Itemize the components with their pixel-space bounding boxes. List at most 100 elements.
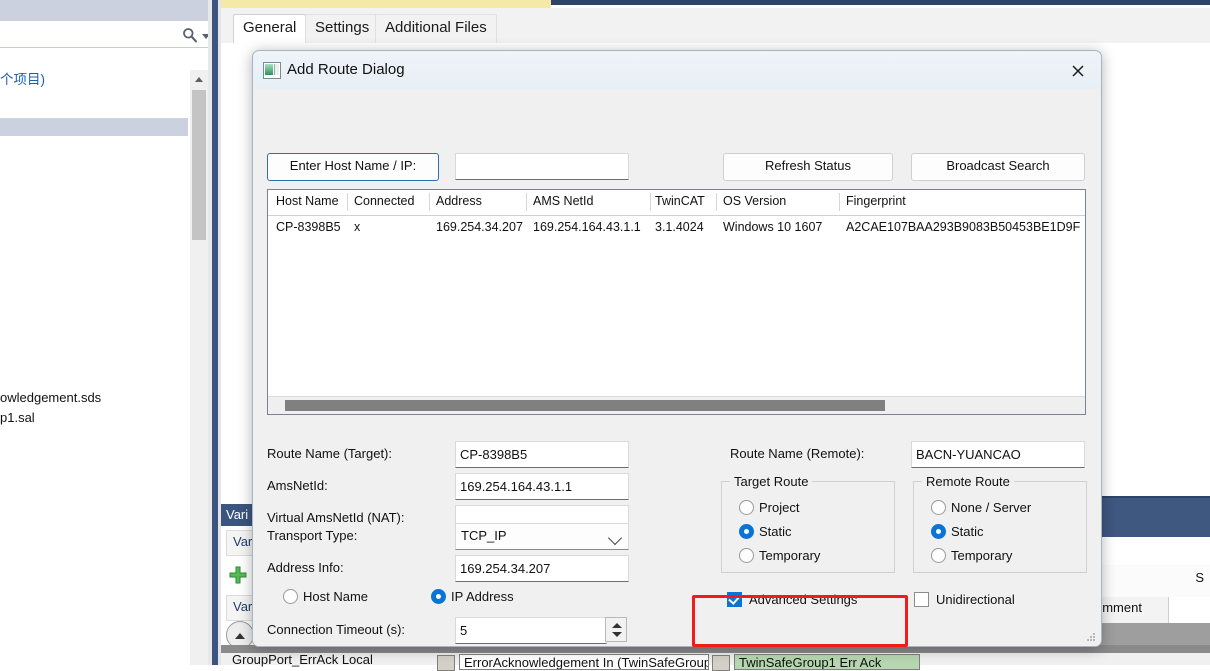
label-transport-type: Transport Type: (267, 528, 358, 543)
label-virtual-ams-netid: Virtual AmsNetId (NAT): (267, 510, 405, 525)
radio-remote-temporary[interactable] (931, 548, 946, 563)
label-advanced-settings: Advanced Settings (749, 592, 858, 607)
cell-os-version: Windows 10 1607 (723, 220, 823, 234)
route-name-target-field[interactable] (456, 442, 628, 467)
label-route-name-remote: Route Name (Remote): (730, 446, 865, 461)
route-dialog-icon (263, 62, 281, 79)
host-name-input[interactable] (455, 153, 629, 180)
radio-target-project[interactable] (739, 500, 754, 515)
refresh-status-button[interactable]: Refresh Status (723, 153, 893, 181)
bottom-checkbox-1[interactable] (437, 655, 455, 671)
radio-target-temporary[interactable] (739, 548, 754, 563)
label-connection-timeout: Connection Timeout (s): (267, 622, 406, 637)
col-twincat[interactable]: TwinCAT (655, 194, 705, 208)
routes-table-header: Host Name Connected Address AMS NetId Tw… (268, 190, 1085, 216)
label-remote-static: Static (951, 524, 984, 539)
bottom-checkbox-2[interactable] (712, 655, 730, 671)
radio-target-static[interactable] (739, 524, 754, 539)
cell-connected: x (354, 220, 361, 234)
label-host-name: Host Name (303, 589, 369, 604)
radio-remote-none-server[interactable] (931, 500, 946, 515)
comment-cell[interactable] (1168, 597, 1210, 623)
transport-type-select[interactable]: TCP_IP (455, 523, 629, 550)
right-panel-header (1093, 496, 1210, 539)
route-name-target-input[interactable] (455, 441, 629, 468)
right-panel-gray-footer (1093, 623, 1210, 645)
right-panel-s-text: S (1195, 570, 1204, 585)
target-route-group-title: Target Route (730, 474, 813, 489)
remote-route-group-title: Remote Route (922, 474, 1014, 489)
route-name-remote-field[interactable] (912, 442, 1084, 467)
scrollbar-thumb[interactable] (192, 90, 206, 240)
label-route-name-target: Route Name (Target): (267, 446, 392, 461)
search-icon[interactable] (182, 27, 198, 43)
transport-type-value: TCP_IP (461, 528, 507, 543)
label-remote-none-server: None / Server (951, 500, 1032, 515)
explorer-search-bar[interactable] (0, 21, 208, 48)
solution-explorer-panel: 个项目) owledgement.sds p1.sal (0, 0, 218, 665)
cell-fingerprint: A2CAE107BAA293B9083B50453BE1D9F (846, 220, 1081, 234)
label-target-project: Project (759, 500, 800, 515)
tab-settings[interactable]: Settings (305, 14, 380, 44)
col-host-name[interactable]: Host Name (276, 194, 339, 208)
address-info-field[interactable] (456, 556, 628, 581)
bottom-field-1[interactable]: ErrorAcknowledgement In (TwinSafeGroup1) (459, 654, 709, 670)
bottom-field-2[interactable]: TwinSafeGroup1 Err Ack (734, 654, 920, 670)
col-os-version[interactable]: OS Version (723, 194, 786, 208)
cell-host-name: CP-8398B5 (276, 220, 341, 234)
cell-twincat: 3.1.4024 (655, 220, 704, 234)
scrollbar-thumb[interactable] (285, 400, 885, 411)
label-target-static: Static (759, 524, 792, 539)
connection-timeout-field[interactable] (456, 618, 606, 643)
col-address[interactable]: Address (436, 194, 482, 208)
resize-grip-icon[interactable] (1087, 633, 1097, 643)
routes-table: Host Name Connected Address AMS NetId Tw… (267, 189, 1086, 415)
table-horizontal-scrollbar[interactable] (268, 396, 1085, 414)
tab-additional-files[interactable]: Additional Files (375, 14, 497, 44)
right-panel-blank (1093, 537, 1210, 566)
chevron-down-icon[interactable] (607, 530, 623, 546)
enter-host-name-button[interactable]: Enter Host Name / IP: (267, 153, 439, 181)
ams-netid-input[interactable] (455, 473, 629, 500)
label-ip-address: IP Address (451, 589, 514, 604)
cell-address: 169.254.34.207 (436, 220, 523, 234)
editor-top-highlight-strip (221, 0, 551, 8)
plus-icon[interactable] (228, 565, 248, 585)
col-connected[interactable]: Connected (354, 194, 414, 208)
explorer-selected-row[interactable] (0, 118, 188, 136)
radio-remote-static[interactable] (931, 524, 946, 539)
explorer-file-item-2[interactable]: p1.sal (0, 410, 35, 425)
dialog-title: Add Route Dialog (287, 61, 405, 78)
host-name-input-field[interactable] (456, 154, 628, 179)
label-address-info: Address Info: (267, 560, 344, 575)
connection-timeout-stepper[interactable] (605, 617, 627, 642)
address-info-input[interactable] (455, 555, 629, 582)
editor-top-dark-strip (551, 0, 1210, 5)
label-target-temporary: Temporary (759, 548, 821, 563)
ams-netid-field[interactable] (456, 474, 628, 499)
col-ams-netid[interactable]: AMS NetId (533, 194, 593, 208)
scroll-up-icon[interactable] (191, 71, 207, 87)
label-remote-temporary: Temporary (951, 548, 1013, 563)
broadcast-search-button[interactable]: Broadcast Search (911, 153, 1085, 181)
col-fingerprint[interactable]: Fingerprint (846, 194, 906, 208)
label-unidirectional: Unidirectional (936, 592, 1015, 607)
right-panel-row (1093, 565, 1210, 598)
connection-timeout-input[interactable] (455, 617, 607, 644)
cell-ams-netid: 169.254.164.43.1.1 (533, 220, 641, 234)
unidirectional-checkbox[interactable] (914, 592, 929, 607)
close-icon[interactable] (1065, 59, 1091, 83)
explorer-file-item-1[interactable]: owledgement.sds (0, 390, 101, 405)
tab-general[interactable]: General (233, 14, 307, 44)
radio-ip-address[interactable] (431, 589, 446, 604)
comment-column-label: omment (1095, 600, 1142, 615)
explorer-tree-text: 个项目) (0, 72, 45, 87)
add-route-dialog: Add Route Dialog Enter Host Name / IP: R… (252, 50, 1102, 647)
dialog-body: Enter Host Name / IP: Refresh Status Bro… (253, 89, 1101, 646)
label-ams-netid: AmsNetId: (267, 478, 328, 493)
advanced-settings-checkbox[interactable] (727, 592, 742, 607)
explorer-toolbar (0, 0, 208, 22)
route-name-remote-input[interactable] (911, 441, 1085, 468)
radio-host-name[interactable] (283, 589, 298, 604)
dialog-titlebar[interactable]: Add Route Dialog (253, 51, 1101, 90)
